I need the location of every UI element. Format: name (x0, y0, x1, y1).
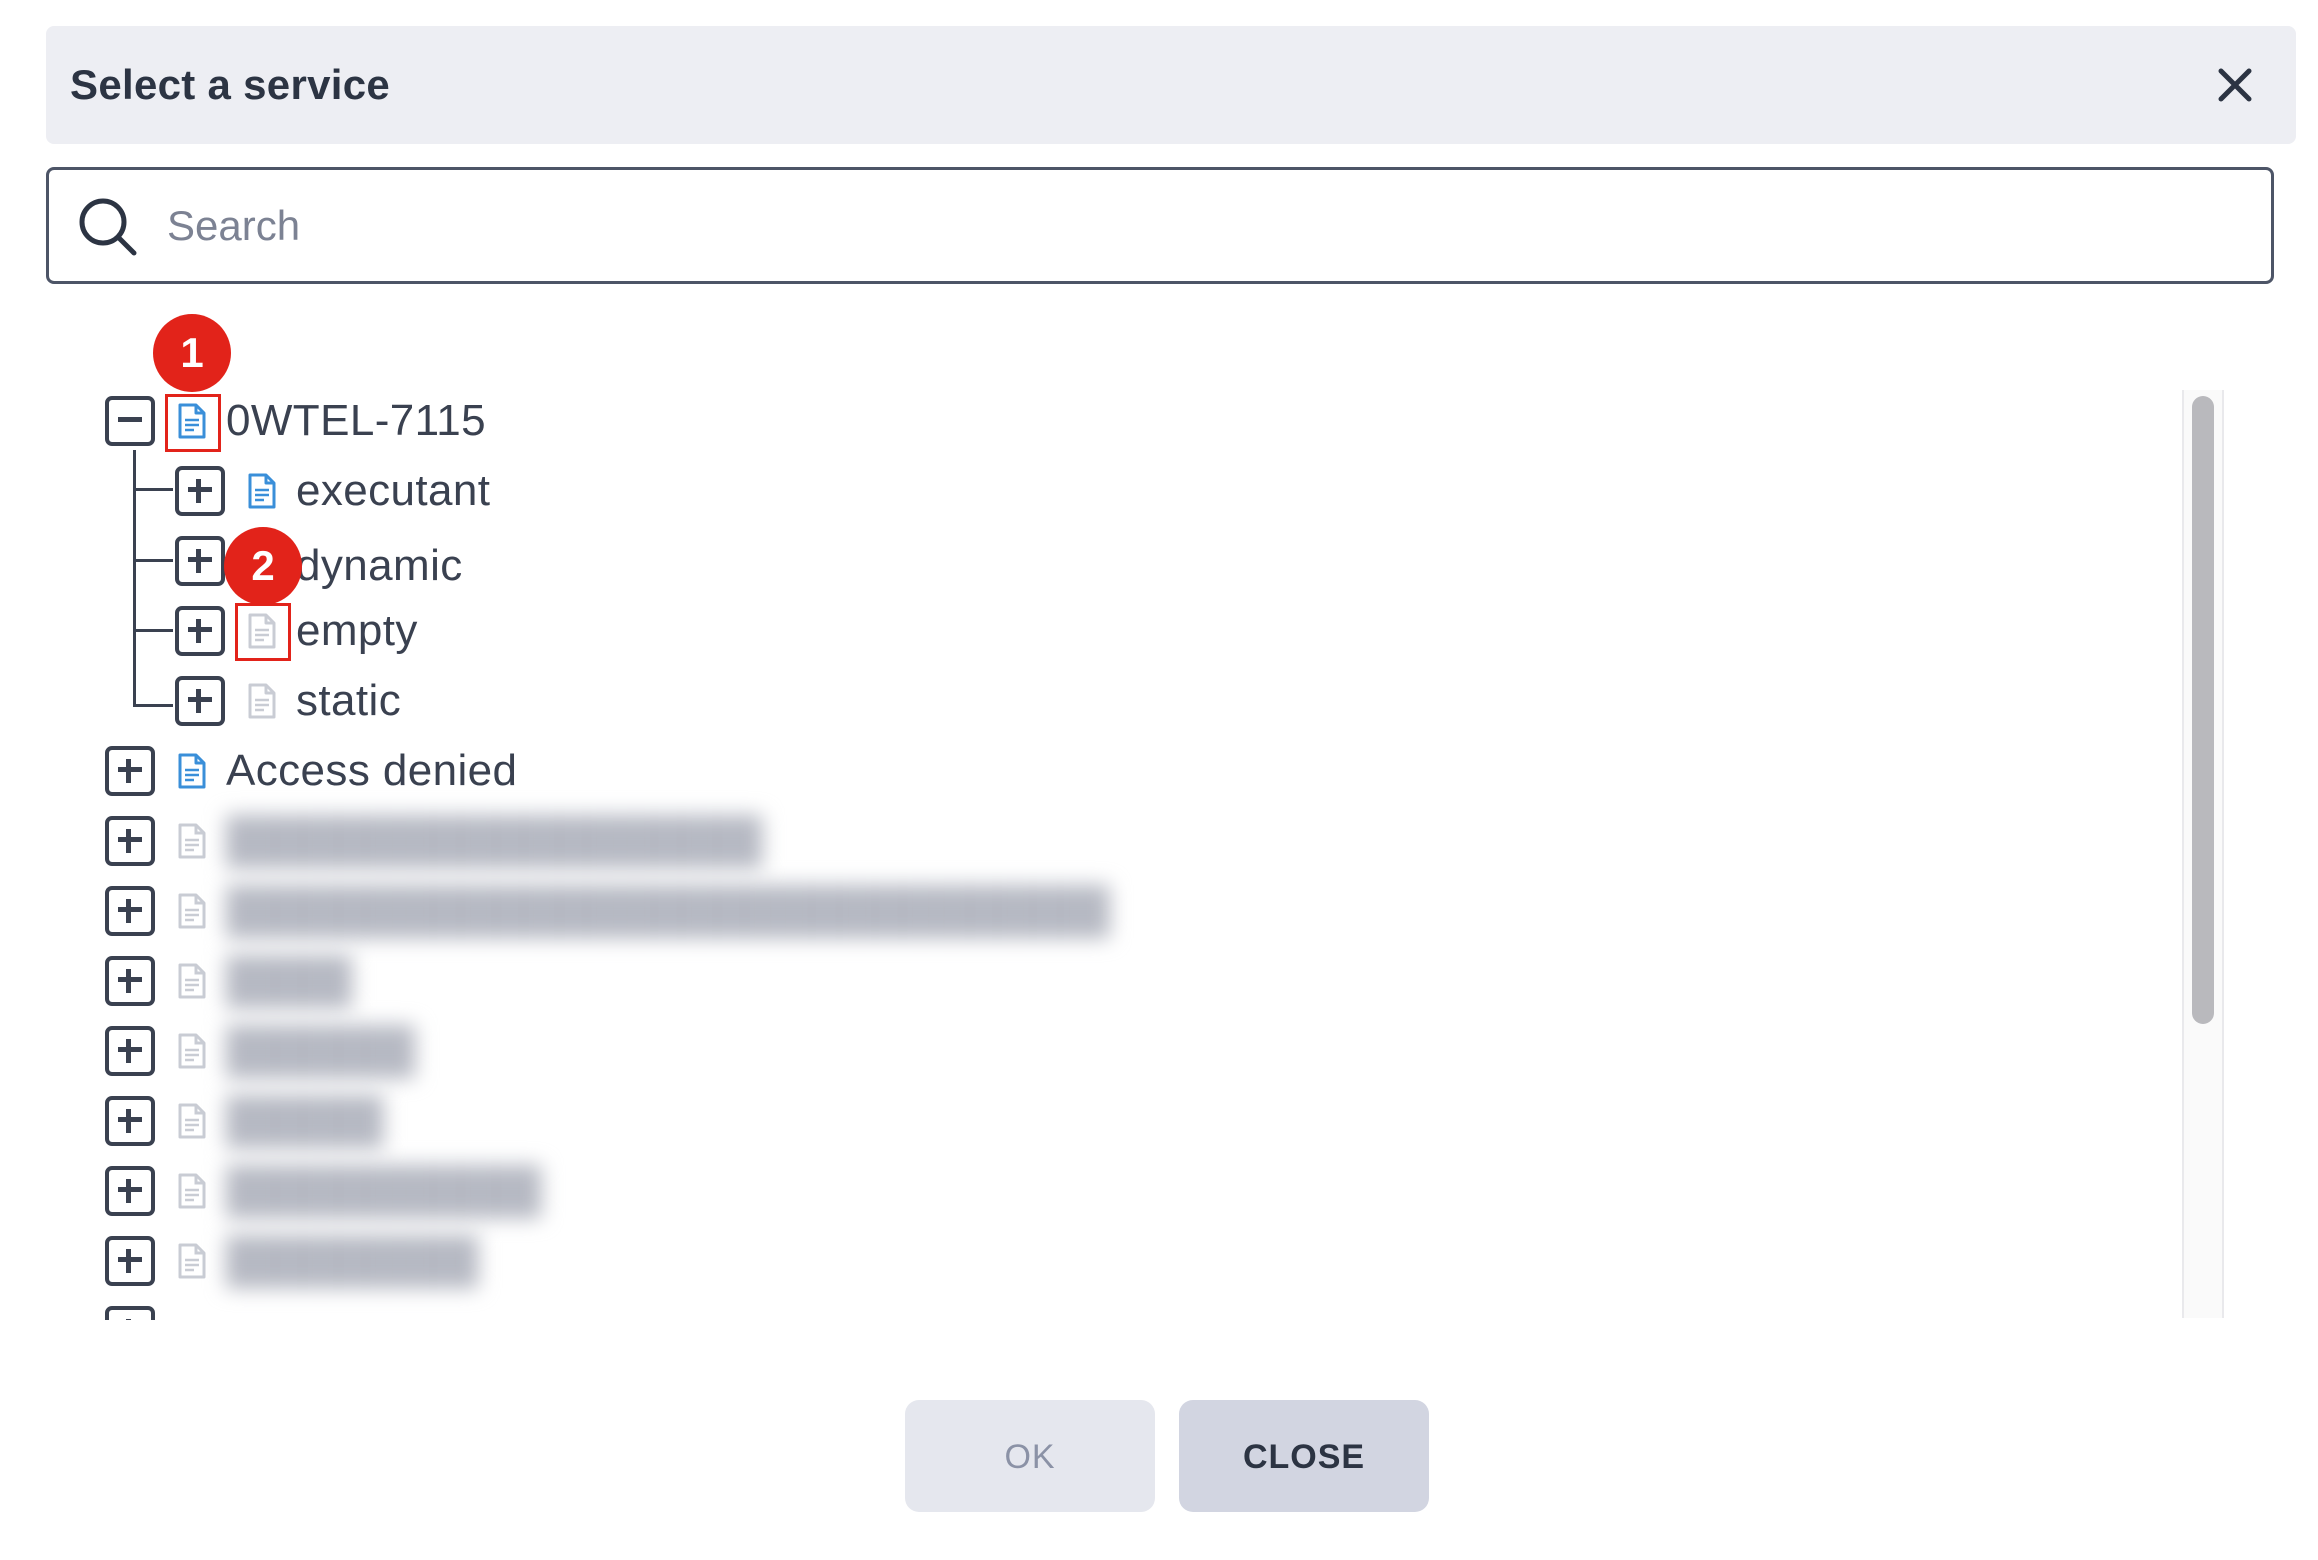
expand-toggle[interactable] (105, 1026, 155, 1076)
close-button[interactable]: CLOSE (1179, 1400, 1429, 1512)
expand-toggle[interactable] (105, 886, 155, 936)
tree-node-label-blurred[interactable]: ██████████ (226, 1161, 542, 1221)
tree-connector (133, 704, 173, 707)
document-icon (178, 963, 206, 999)
document-icon (178, 893, 206, 929)
expand-toggle[interactable] (105, 1166, 155, 1216)
annotation-highlight-1 (165, 394, 221, 452)
tree-node-label-blurred[interactable]: ████ (226, 951, 352, 1011)
ok-button[interactable]: OK (905, 1400, 1155, 1512)
document-icon (248, 683, 276, 719)
service-tree: 0WTEL-7115 executant dynamic empty stati… (0, 0, 2318, 1320)
document-icon (248, 473, 276, 509)
expand-toggle-static[interactable] (175, 676, 225, 726)
tree-node-label-blurred[interactable]: ██████ (226, 1021, 415, 1081)
expand-toggle[interactable] (105, 1236, 155, 1286)
tree-node-label-access-denied[interactable]: Access denied (226, 741, 517, 801)
annotation-badge-2: 2 (224, 527, 302, 605)
annotation-badge-1: 1 (153, 314, 231, 392)
tree-scrollbar-thumb[interactable] (2192, 396, 2214, 1024)
document-icon (178, 1033, 206, 1069)
document-icon (178, 753, 206, 789)
expand-toggle-dynamic[interactable] (175, 536, 225, 586)
collapse-toggle-root[interactable] (105, 396, 155, 446)
tree-node-label-root[interactable]: 0WTEL-7115 (226, 391, 486, 451)
tree-connector (133, 629, 173, 632)
document-icon (178, 1243, 206, 1279)
tree-node-label-dynamic[interactable]: dynamic (296, 536, 463, 596)
tree-node-label-blurred[interactable]: █████ (226, 1091, 384, 1151)
expand-toggle[interactable] (105, 1306, 155, 1320)
tree-connector (133, 488, 173, 491)
expand-toggle-executant[interactable] (175, 466, 225, 516)
document-icon (178, 1103, 206, 1139)
expand-toggle-access-denied[interactable] (105, 746, 155, 796)
tree-connector (133, 559, 173, 562)
expand-toggle[interactable] (105, 956, 155, 1006)
tree-node-label-blurred[interactable]: █████████████████ (226, 811, 763, 871)
document-icon (178, 1173, 206, 1209)
expand-toggle[interactable] (105, 1096, 155, 1146)
expand-toggle[interactable] (105, 816, 155, 866)
tree-node-label-empty[interactable]: empty (296, 601, 418, 661)
tree-node-label-executant[interactable]: executant (296, 461, 490, 521)
expand-toggle-empty[interactable] (175, 606, 225, 656)
tree-node-label-blurred[interactable]: ████████████████████████████ (226, 881, 1110, 941)
document-icon (178, 823, 206, 859)
tree-node-label-blurred[interactable]: ████████ (226, 1231, 479, 1291)
annotation-highlight-2 (235, 603, 291, 661)
tree-node-label-static[interactable]: static (296, 671, 401, 731)
